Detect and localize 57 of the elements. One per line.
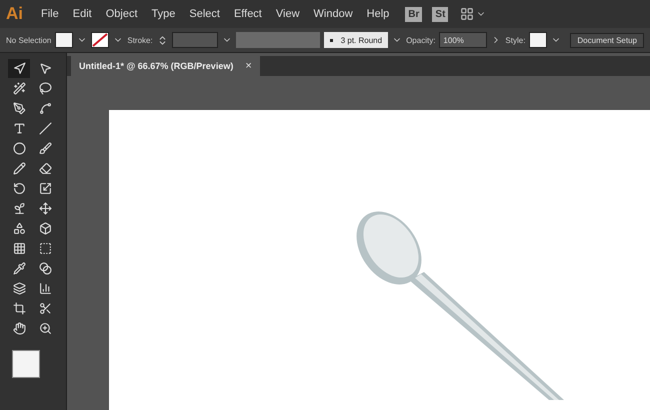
crop-icon: [12, 302, 26, 315]
stroke-weight-field[interactable]: [172, 32, 218, 48]
document-tab[interactable]: Untitled-1* @ 66.67% (RGB/Preview) ×: [71, 56, 260, 76]
menu-item[interactable]: Effect: [228, 6, 268, 22]
menu-item[interactable]: Object: [100, 6, 144, 22]
app-switch-button[interactable]: Br: [405, 6, 422, 22]
ellipse-icon: [12, 142, 26, 155]
type-icon: [12, 122, 26, 135]
zoom-icon: [38, 322, 52, 335]
blend-icon: [38, 262, 52, 275]
bar-chart-icon: [38, 282, 52, 295]
app-logo: Ai: [6, 4, 23, 24]
menu-item[interactable]: File: [35, 6, 65, 22]
brush-icon: [38, 142, 52, 155]
rotate-icon: [12, 182, 26, 195]
grid-icon: [12, 242, 26, 255]
pencil-icon: [12, 162, 26, 175]
scale-icon: [38, 182, 52, 195]
style-swatch[interactable]: [529, 32, 548, 48]
eraser-icon: [38, 162, 52, 175]
workspace-layout-icon[interactable]: [460, 7, 474, 21]
dashed-square-icon: [38, 242, 52, 255]
arrow-icon: [12, 62, 26, 75]
shapes-icon: [12, 222, 26, 235]
layers-icon: [12, 282, 26, 295]
menu-item[interactable]: Window: [308, 6, 359, 22]
menu-item[interactable]: View: [270, 6, 306, 22]
sprout-icon: [12, 202, 26, 215]
document-title: Untitled-1* @ 66.67% (RGB/Preview): [79, 61, 234, 71]
menu-item[interactable]: Select: [183, 6, 226, 22]
scissors-icon: [38, 302, 52, 315]
stroke-none-swatch[interactable]: [91, 32, 110, 48]
app-switch-button[interactable]: St: [432, 6, 448, 22]
opacity-label: Opacity:: [406, 36, 436, 44]
lasso-icon: [38, 82, 52, 95]
magic-wand-icon: [12, 82, 26, 95]
brush-field[interactable]: 3 pt. Round: [324, 32, 388, 48]
style-label: Style:: [505, 36, 526, 44]
line-icon: [38, 122, 52, 135]
fill-color-swatch[interactable]: [12, 350, 40, 378]
cube-icon: [38, 222, 52, 235]
document-setup-button[interactable]: Document Setup: [570, 32, 644, 48]
menu-item[interactable]: Help: [360, 6, 396, 22]
menu-item[interactable]: Edit: [66, 6, 98, 22]
hand-icon: [12, 322, 26, 335]
pointer-icon: [38, 62, 52, 75]
pen-icon: [12, 102, 26, 115]
stroke-label: Stroke:: [127, 36, 153, 44]
fill-swatch[interactable]: [55, 32, 74, 48]
eyedropper-icon: [12, 262, 26, 275]
selection-status: No Selection: [6, 36, 52, 44]
move-icon: [38, 202, 52, 215]
selection-tool-button[interactable]: [8, 59, 30, 78]
opacity-field[interactable]: 100%: [439, 32, 488, 48]
close-button[interactable]: ×: [245, 60, 252, 72]
menu-item[interactable]: Type: [146, 6, 182, 22]
curve-icon: [38, 102, 52, 115]
